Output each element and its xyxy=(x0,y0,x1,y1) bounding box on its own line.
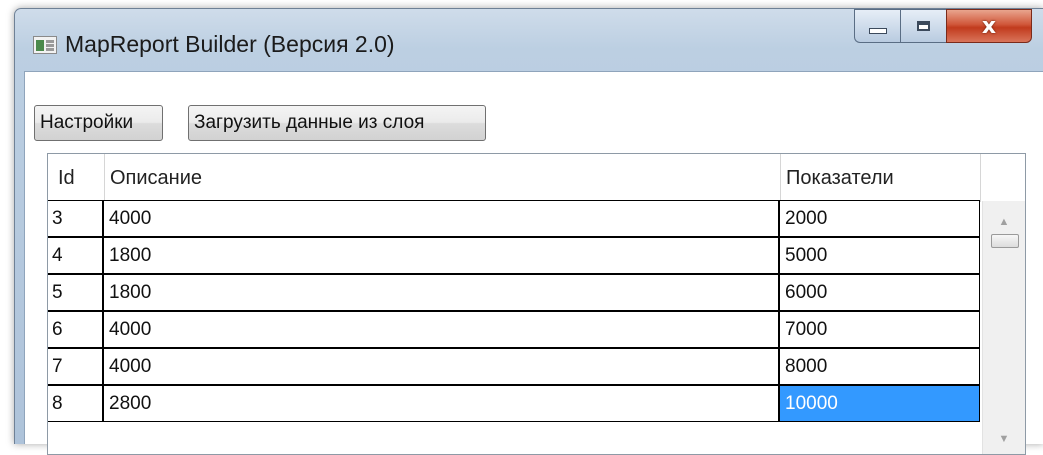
column-separator[interactable] xyxy=(780,154,781,202)
column-separator[interactable] xyxy=(980,154,981,202)
column-header-indicators[interactable]: Показатели xyxy=(786,154,894,202)
cell-id[interactable]: 8 xyxy=(48,385,103,422)
column-separator[interactable] xyxy=(104,154,105,202)
cell-description[interactable]: 1800 xyxy=(103,274,779,311)
close-icon: x xyxy=(981,13,997,39)
cell-indicator[interactable]: 7000 xyxy=(779,311,980,348)
grid-header: Id Описание Показатели xyxy=(48,154,1025,202)
cell-indicator[interactable]: 2000 xyxy=(779,200,980,237)
cell-description[interactable]: 4000 xyxy=(103,200,779,237)
minimize-button[interactable] xyxy=(854,9,900,43)
client-area: Настройки Загрузить данные из слоя Id Оп… xyxy=(24,71,1043,455)
window-controls: x xyxy=(854,9,1032,45)
table-row[interactable]: 8 2800 10000 xyxy=(48,385,980,423)
cell-id[interactable]: 7 xyxy=(48,348,103,385)
scroll-up-arrow-icon[interactable]: ▲ xyxy=(983,207,1025,237)
column-header-description[interactable]: Описание xyxy=(110,154,202,202)
cell-id[interactable]: 6 xyxy=(48,311,103,348)
cell-description[interactable]: 4000 xyxy=(103,348,779,385)
data-grid[interactable]: Id Описание Показатели 3 4000 2000 4 1800 500… xyxy=(47,153,1026,455)
title-bar[interactable]: MapReport Builder (Версия 2.0) x xyxy=(15,9,1043,71)
cell-description[interactable]: 2800 xyxy=(103,385,779,422)
minimize-icon xyxy=(868,28,887,34)
table-row[interactable]: 6 4000 7000 xyxy=(48,311,980,349)
cell-indicator[interactable]: 8000 xyxy=(779,348,980,385)
cell-id[interactable]: 3 xyxy=(48,200,103,237)
cell-indicator[interactable]: 5000 xyxy=(779,237,980,274)
window-title: MapReport Builder (Версия 2.0) xyxy=(65,31,395,57)
maximize-icon xyxy=(917,21,930,31)
column-header-id[interactable]: Id xyxy=(58,154,75,202)
app-window: MapReport Builder (Версия 2.0) x Настрой… xyxy=(14,8,1043,455)
close-button[interactable]: x xyxy=(946,9,1032,43)
table-row[interactable]: 5 1800 6000 xyxy=(48,274,980,312)
cell-indicator[interactable]: 10000 xyxy=(779,385,980,422)
maximize-button[interactable] xyxy=(900,9,946,43)
scrollbar-thumb[interactable] xyxy=(991,234,1019,248)
cell-id[interactable]: 5 xyxy=(48,274,103,311)
grid-rows: 3 4000 2000 4 1800 5000 5 1800 6000 6 4000 7000 7 400… xyxy=(48,200,980,423)
settings-button[interactable]: Настройки xyxy=(34,105,163,141)
cell-description[interactable]: 1800 xyxy=(103,237,779,274)
app-icon xyxy=(33,36,57,54)
vertical-scrollbar[interactable]: ▲ ▼ xyxy=(982,201,1025,454)
table-row[interactable]: 4 1800 5000 xyxy=(48,237,980,275)
cell-id[interactable]: 4 xyxy=(48,237,103,274)
table-row[interactable]: 7 4000 8000 xyxy=(48,348,980,386)
load-layer-data-button[interactable]: Загрузить данные из слоя xyxy=(188,105,486,141)
scroll-down-arrow-icon[interactable]: ▼ xyxy=(983,424,1025,454)
cell-indicator[interactable]: 6000 xyxy=(779,274,980,311)
table-row[interactable]: 3 4000 2000 xyxy=(48,200,980,238)
cell-description[interactable]: 4000 xyxy=(103,311,779,348)
